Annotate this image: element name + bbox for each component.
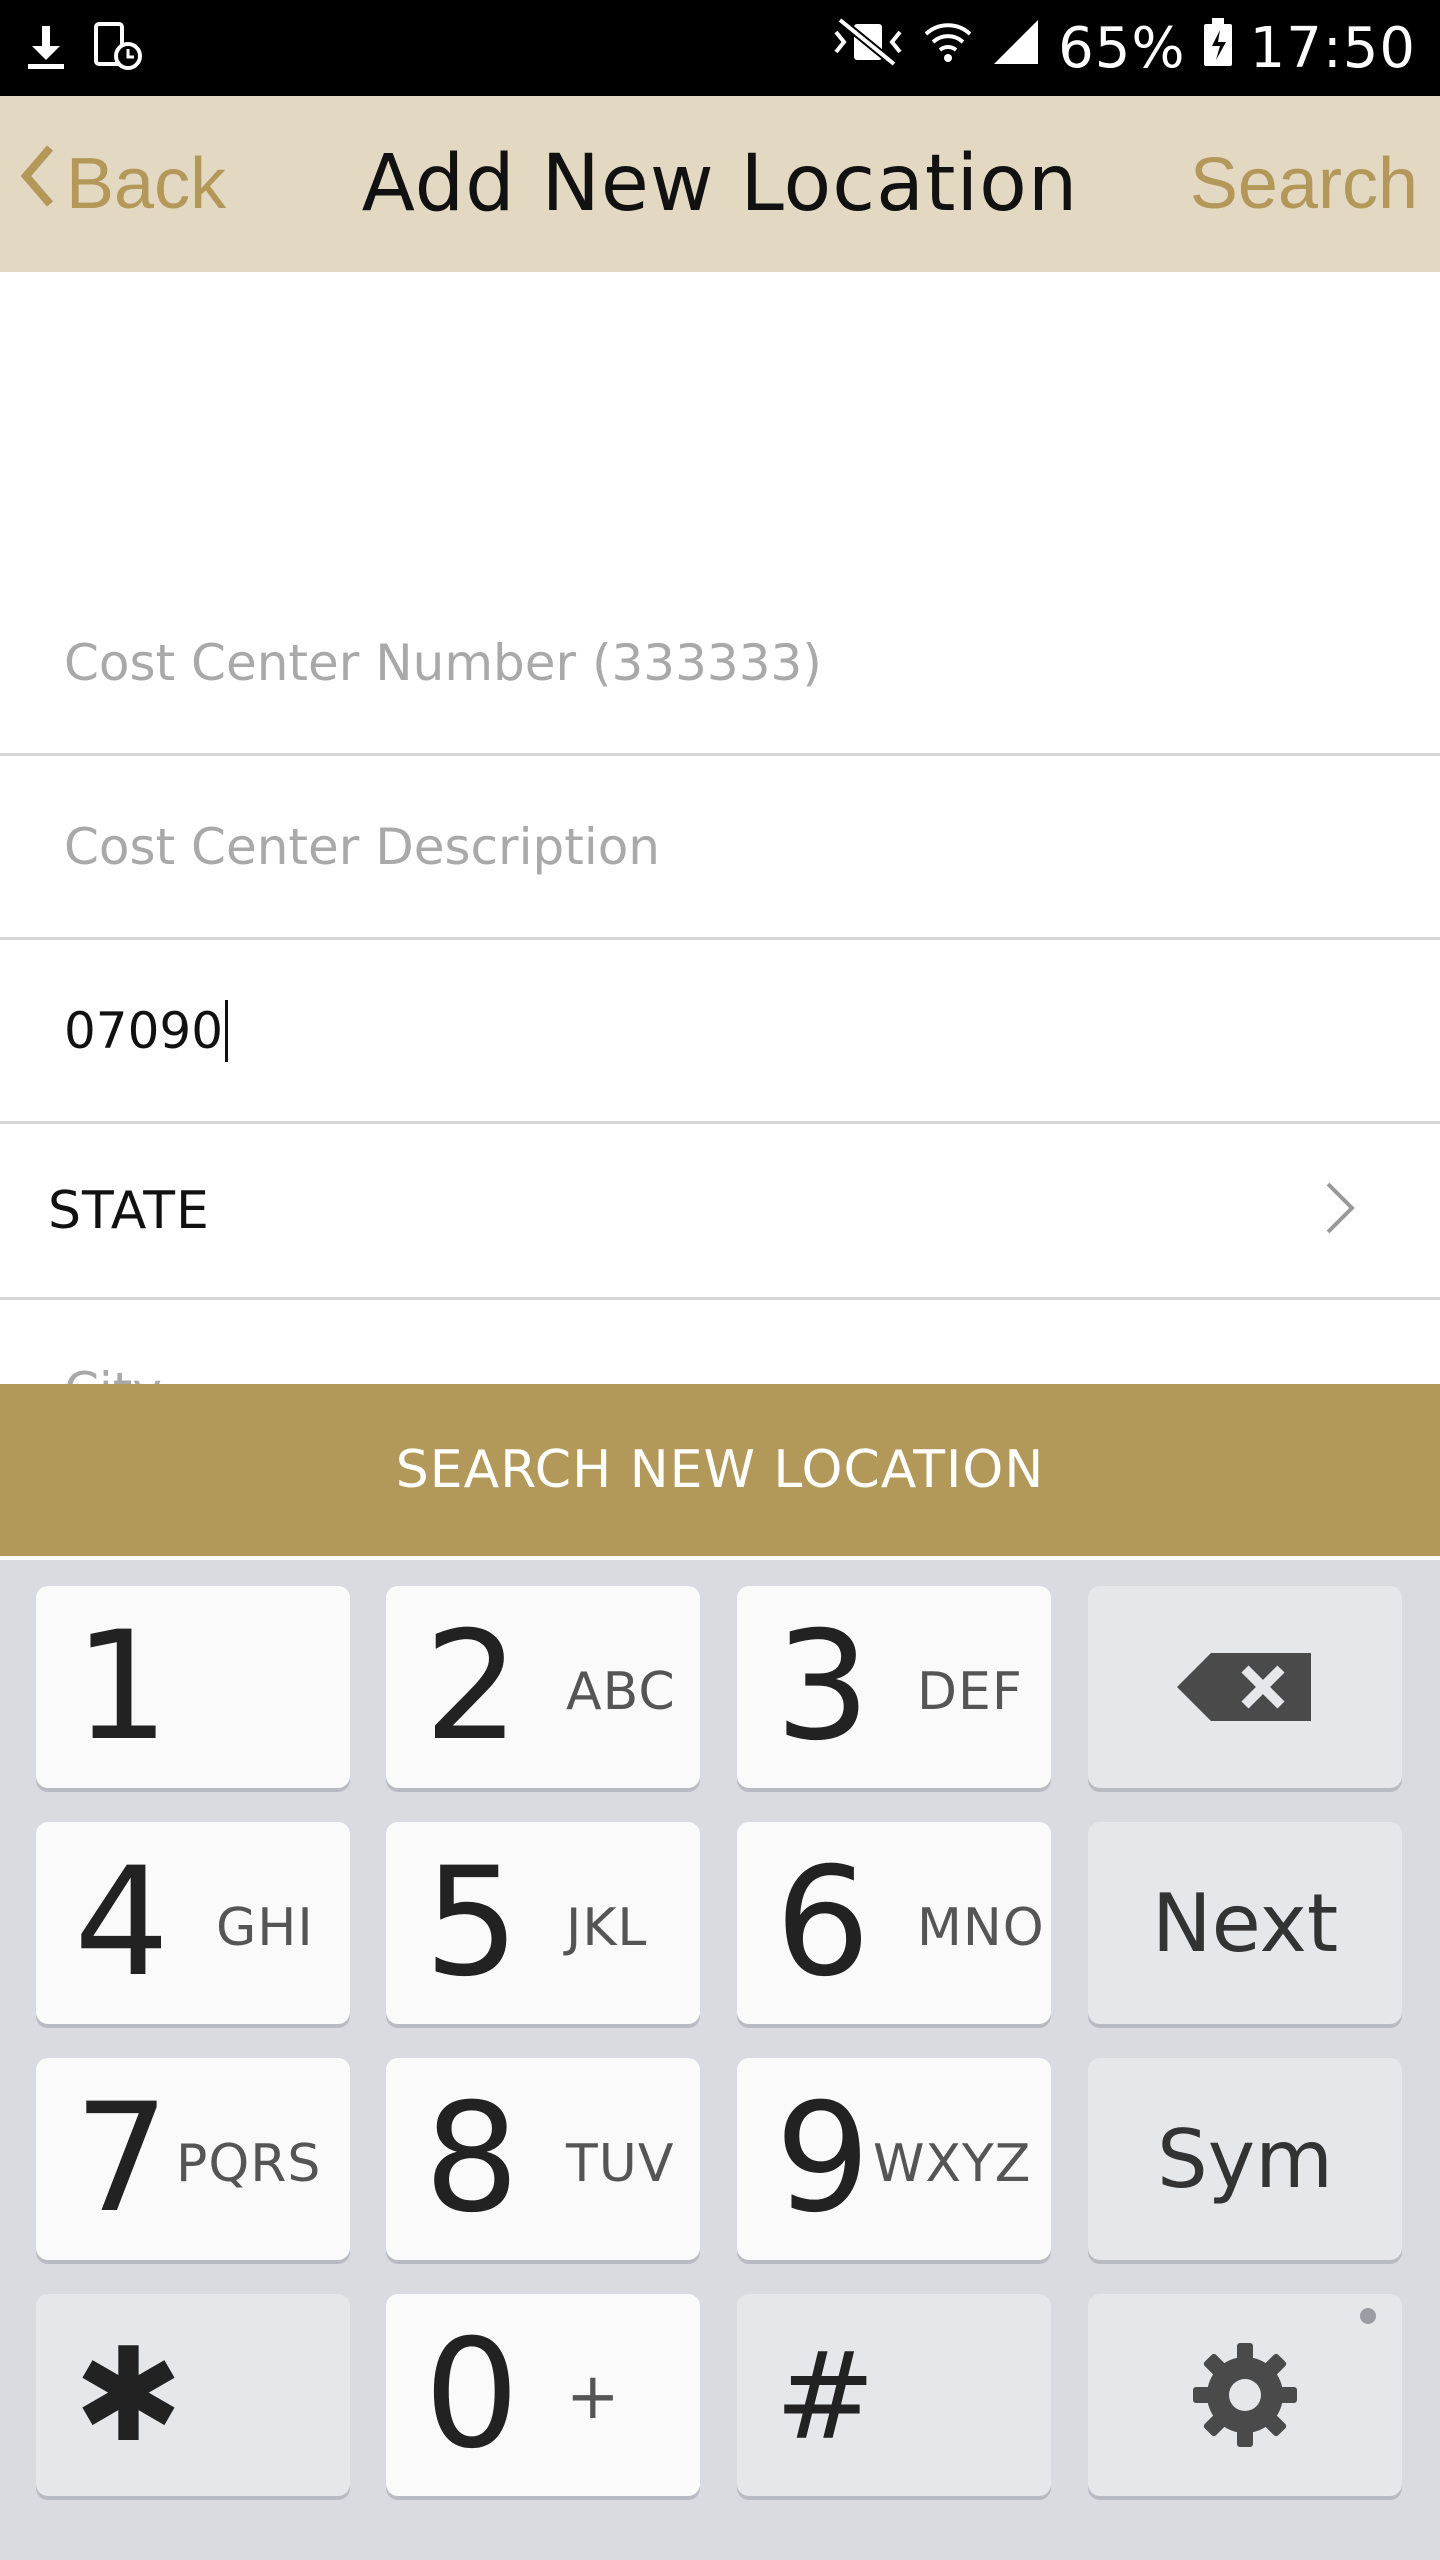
backspace-icon bbox=[1088, 1586, 1402, 1788]
key-0[interactable]: 0 + bbox=[386, 2294, 700, 2496]
key-letters: WXYZ bbox=[873, 2134, 1032, 2194]
zip-code-input[interactable]: 07090 bbox=[64, 999, 229, 1062]
key-letters: MNO bbox=[917, 1898, 1045, 1958]
status-right-icons: 65% 17:50 bbox=[830, 15, 1416, 82]
chevron-right-icon bbox=[1320, 1178, 1360, 1243]
battery-charging-icon bbox=[1202, 15, 1234, 82]
key-letters: GHI bbox=[216, 1898, 314, 1958]
key-letters: ABC bbox=[566, 1662, 676, 1722]
key-digit: 6 bbox=[775, 1836, 871, 2010]
device-sync-icon bbox=[90, 20, 144, 77]
key-symbol: # bbox=[775, 2328, 876, 2467]
key-digit: 5 bbox=[424, 1836, 520, 2010]
cost-center-description-input[interactable] bbox=[64, 817, 1364, 876]
key-digit: 0 bbox=[424, 2308, 520, 2482]
key-digit: 9 bbox=[775, 2072, 871, 2246]
key-8[interactable]: 8 TUV bbox=[386, 2058, 700, 2260]
numeric-keyboard: 1 2 ABC 3 DEF 4 GHI 5 JKL 6 MNO Next 7 P… bbox=[0, 1560, 1440, 2560]
cost-center-description-row bbox=[0, 756, 1440, 940]
download-icon bbox=[24, 22, 68, 75]
key-symbol: ✱ bbox=[74, 2319, 183, 2471]
vibrate-mute-icon bbox=[830, 15, 906, 82]
key-9[interactable]: 9 WXYZ bbox=[737, 2058, 1051, 2260]
wifi-icon bbox=[922, 15, 974, 82]
cost-center-number-input[interactable] bbox=[64, 633, 1364, 692]
keyboard-settings-key[interactable] bbox=[1088, 2294, 1402, 2496]
status-left-icons bbox=[24, 20, 144, 77]
key-hash[interactable]: # bbox=[737, 2294, 1051, 2496]
key-asterisk[interactable]: ✱ bbox=[36, 2294, 350, 2496]
key-2[interactable]: 2 ABC bbox=[386, 1586, 700, 1788]
sym-key-label: Sym bbox=[1156, 2112, 1334, 2206]
clock: 17:50 bbox=[1249, 15, 1416, 81]
zip-code-row[interactable]: 07090 bbox=[0, 940, 1440, 1124]
key-4[interactable]: 4 GHI bbox=[36, 1822, 350, 2024]
key-digit: 3 bbox=[775, 1600, 871, 1774]
battery-percent: 65% bbox=[1058, 15, 1186, 81]
key-digit: 7 bbox=[74, 2072, 170, 2246]
status-bar: 65% 17:50 bbox=[0, 0, 1440, 96]
key-digit: 4 bbox=[74, 1836, 170, 2010]
text-cursor bbox=[225, 999, 229, 1062]
gear-icon bbox=[1088, 2294, 1402, 2496]
zip-code-value: 07090 bbox=[64, 1001, 224, 1060]
sym-key[interactable]: Sym bbox=[1088, 2058, 1402, 2260]
state-selector[interactable]: STATE bbox=[0, 1124, 1440, 1300]
search-new-location-button[interactable]: SEARCH NEW LOCATION bbox=[0, 1384, 1440, 1556]
key-letters: JKL bbox=[566, 1898, 648, 1958]
key-letters: + bbox=[566, 2360, 621, 2434]
back-button[interactable]: Back bbox=[18, 96, 226, 272]
key-7[interactable]: 7 PQRS bbox=[36, 2058, 350, 2260]
state-label: STATE bbox=[48, 1180, 210, 1241]
search-button[interactable]: Search bbox=[1190, 96, 1418, 272]
page-title: Add New Location bbox=[361, 139, 1079, 229]
chevron-left-icon bbox=[18, 143, 58, 225]
backspace-key[interactable] bbox=[1088, 1586, 1402, 1788]
key-letters: TUV bbox=[566, 2134, 675, 2194]
key-5[interactable]: 5 JKL bbox=[386, 1822, 700, 2024]
key-letters: DEF bbox=[917, 1662, 1023, 1722]
key-digit: 8 bbox=[424, 2072, 520, 2246]
nav-bar: Back Add New Location Search bbox=[0, 96, 1440, 272]
key-1[interactable]: 1 bbox=[36, 1586, 350, 1788]
back-label: Back bbox=[66, 144, 227, 224]
next-key-label: Next bbox=[1151, 1876, 1339, 1970]
key-digit: 2 bbox=[424, 1600, 520, 1774]
key-digit: 1 bbox=[74, 1600, 170, 1774]
key-6[interactable]: 6 MNO bbox=[737, 1822, 1051, 2024]
cost-center-number-row bbox=[0, 572, 1440, 756]
signal-icon bbox=[990, 15, 1042, 82]
next-key[interactable]: Next bbox=[1088, 1822, 1402, 2024]
key-letters: PQRS bbox=[176, 2134, 322, 2194]
key-3[interactable]: 3 DEF bbox=[737, 1586, 1051, 1788]
